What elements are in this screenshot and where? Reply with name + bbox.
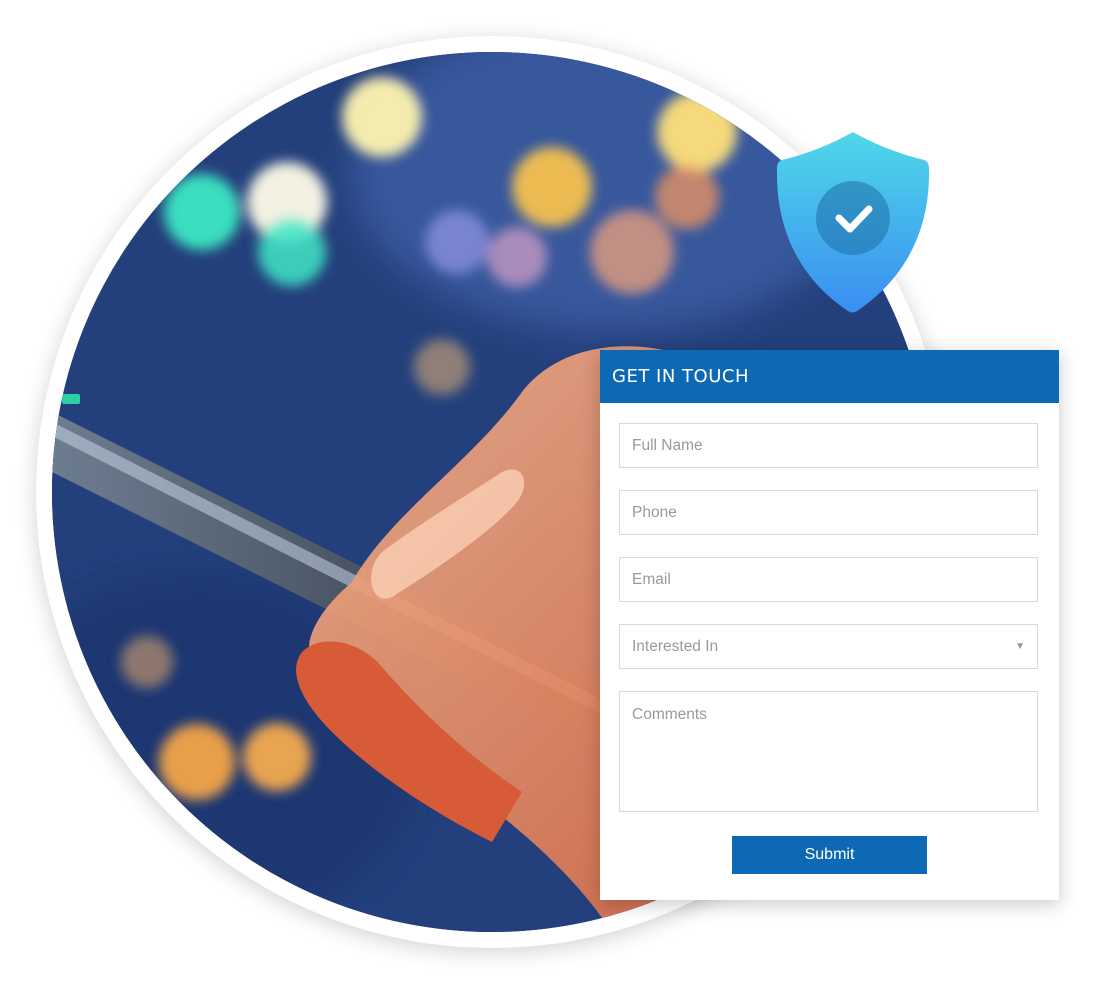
submit-button[interactable]: Submit — [732, 836, 927, 874]
email-input[interactable] — [619, 557, 1038, 602]
chevron-down-icon: ▼ — [1015, 641, 1025, 652]
shield-check-icon — [776, 132, 930, 313]
comments-textarea[interactable] — [619, 691, 1038, 812]
contact-form-card: GET IN TOUCH Interested In ▼ Submit — [600, 350, 1059, 900]
phone-input[interactable] — [619, 490, 1038, 535]
interested-in-select[interactable]: Interested In ▼ — [619, 624, 1038, 669]
full-name-input[interactable] — [619, 423, 1038, 468]
form-title: GET IN TOUCH — [600, 350, 1059, 403]
interested-in-selected-value: Interested In — [632, 637, 719, 655]
